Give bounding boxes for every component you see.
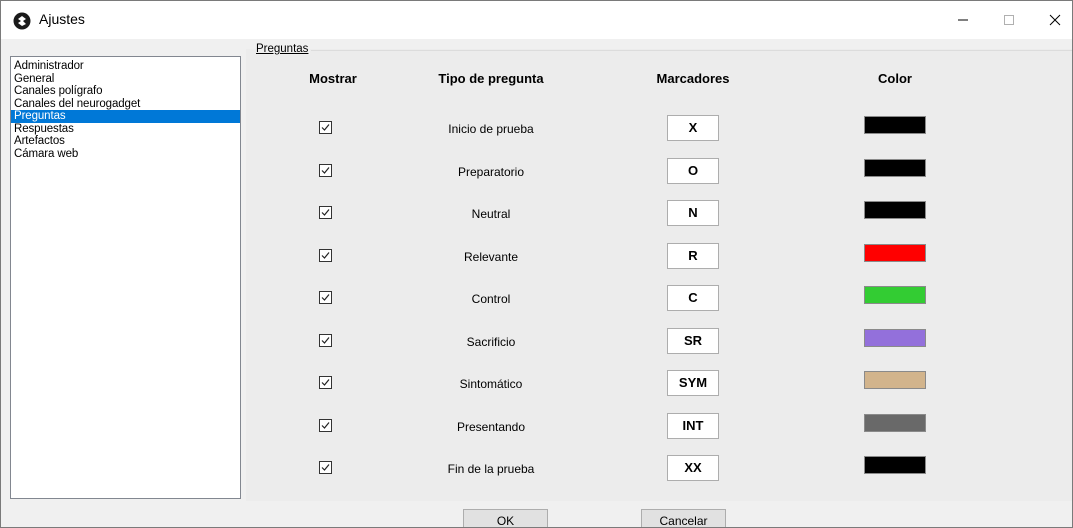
checkmark-icon — [321, 252, 330, 259]
marker-field[interactable]: N — [667, 200, 719, 226]
color-swatch[interactable] — [864, 371, 926, 389]
checkmark-icon — [321, 124, 330, 131]
marker-field[interactable]: SYM — [667, 370, 719, 396]
color-swatch[interactable] — [864, 414, 926, 432]
show-checkbox[interactable] — [319, 291, 332, 304]
marker-field[interactable]: O — [667, 158, 719, 184]
column-header-markers: Marcadores — [656, 71, 730, 86]
marker-field[interactable]: INT — [667, 413, 719, 439]
question-row: Preparatorio O — [1, 158, 1072, 193]
app-logo-icon — [13, 12, 31, 30]
question-type-label: Presentando — [456, 420, 526, 434]
checkmark-icon — [321, 294, 330, 301]
show-checkbox[interactable] — [319, 376, 332, 389]
window-title: Ajustes — [39, 11, 85, 27]
show-checkbox[interactable] — [319, 334, 332, 347]
checkmark-icon — [321, 167, 330, 174]
checkmark-icon — [321, 337, 330, 344]
question-row: Presentando INT — [1, 413, 1072, 448]
ok-button[interactable]: OK — [463, 509, 548, 527]
show-checkbox[interactable] — [319, 164, 332, 177]
question-row: Sacrificio SR — [1, 328, 1072, 363]
color-swatch[interactable] — [864, 201, 926, 219]
question-type-label: Inicio de prueba — [448, 122, 534, 136]
color-swatch[interactable] — [864, 286, 926, 304]
question-type-label: Sacrificio — [466, 335, 516, 349]
maximize-icon — [1004, 15, 1014, 25]
show-checkbox[interactable] — [319, 249, 332, 262]
question-row: Relevante R — [1, 243, 1072, 278]
minimize-icon — [958, 19, 968, 21]
question-type-label: Preparatorio — [457, 165, 525, 179]
color-swatch[interactable] — [864, 116, 926, 134]
checkmark-icon — [321, 209, 330, 216]
column-header-color: Color — [878, 71, 912, 86]
color-swatch[interactable] — [864, 456, 926, 474]
question-row: Neutral N — [1, 200, 1072, 235]
question-row: Sintomático SYM — [1, 370, 1072, 405]
color-swatch[interactable] — [864, 329, 926, 347]
checkmark-icon — [321, 379, 330, 386]
question-type-label: Control — [471, 292, 511, 306]
marker-field[interactable]: XX — [667, 455, 719, 481]
show-checkbox[interactable] — [319, 419, 332, 432]
marker-field[interactable]: C — [667, 285, 719, 311]
question-type-label: Sintomático — [459, 377, 523, 391]
show-checkbox[interactable] — [319, 206, 332, 219]
show-checkbox[interactable] — [319, 461, 332, 474]
settings-window: Ajustes Administrador General Canales polí… — [0, 0, 1073, 528]
question-row: Fin de la prueba XX — [1, 455, 1072, 490]
close-button[interactable] — [1032, 1, 1072, 39]
minimize-button[interactable] — [940, 1, 986, 39]
column-header-show: Mostrar — [309, 71, 357, 86]
show-checkbox[interactable] — [319, 121, 332, 134]
question-row: Inicio de prueba X — [1, 115, 1072, 150]
question-row: Control C — [1, 285, 1072, 320]
column-header-type: Tipo de pregunta — [438, 71, 544, 86]
marker-field[interactable]: X — [667, 115, 719, 141]
color-swatch[interactable] — [864, 244, 926, 262]
sidebar-item[interactable]: General — [11, 73, 240, 86]
question-type-label: Relevante — [463, 250, 519, 264]
cancel-button[interactable]: Cancelar — [641, 509, 726, 527]
maximize-button[interactable] — [986, 1, 1032, 39]
marker-field[interactable]: R — [667, 243, 719, 269]
close-icon — [1049, 14, 1061, 26]
question-type-label: Fin de la prueba — [447, 462, 535, 476]
group-label: Preguntas — [256, 43, 311, 55]
sidebar-item[interactable]: Canales polígrafo — [11, 85, 240, 98]
marker-field[interactable]: SR — [667, 328, 719, 354]
group-separator — [311, 50, 1072, 51]
sidebar-item[interactable]: Canales del neurogadget — [11, 98, 240, 111]
sidebar-item[interactable]: Administrador — [11, 60, 240, 73]
color-swatch[interactable] — [864, 159, 926, 177]
question-type-label: Neutral — [471, 207, 511, 221]
checkmark-icon — [321, 464, 330, 471]
title-bar[interactable]: Ajustes — [1, 1, 1072, 39]
checkmark-icon — [321, 422, 330, 429]
